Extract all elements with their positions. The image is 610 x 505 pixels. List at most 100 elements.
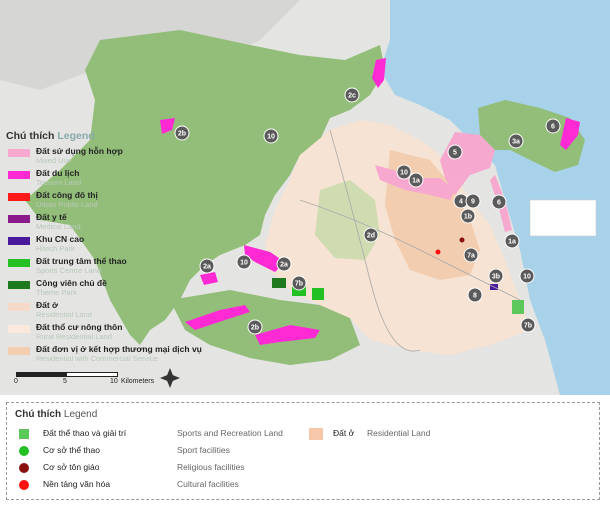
scale-unit: Kilometers	[121, 378, 155, 385]
legend-item-label-en: Theme Park	[36, 288, 77, 297]
facilities-legend-item: Cơ sở thể thao Sport facilities	[17, 444, 297, 460]
legend-title: Chú thích Legend	[6, 130, 256, 142]
legend-item-label-vi: Đất đơn vị ở kết hợp thương mại dịch vụ	[36, 344, 202, 354]
facilities-legend-item: Đất thể thao và giải trí Sports and Recre…	[17, 427, 297, 443]
legend-swatch	[8, 281, 30, 289]
legend-item-label-en: Mixed Use	[36, 156, 72, 165]
legend-item-label-en: Hitech Park	[36, 244, 75, 253]
legend-item-label-en: Medical Land	[36, 222, 81, 231]
legend-item-label-en: Sports Centre Land	[36, 266, 102, 275]
zone-marker-label: 2c	[348, 93, 356, 100]
legend-swatch	[8, 347, 30, 355]
zone-marker: 1a	[504, 233, 520, 249]
zone-marker: 10	[396, 164, 412, 180]
zone-marker-label: 1b	[464, 214, 472, 221]
zone-marker: 3a	[508, 133, 524, 149]
zone-marker: 7b	[520, 317, 536, 333]
legend-item-label-vi: Đất thổ cư nông thôn	[36, 322, 123, 332]
zone-marker-label: 6	[551, 124, 555, 131]
legend-item-label-vi: Đất ở	[36, 300, 59, 310]
facility-label-en: Sport facilities	[177, 445, 230, 455]
legend-swatch	[8, 171, 30, 179]
residential-swatch	[309, 428, 323, 440]
zone-marker: 9	[465, 193, 481, 209]
facility-label-vi: Cơ sở tôn giáo	[43, 462, 100, 472]
legend-item-label-vi: Đất công đô thị	[36, 190, 98, 200]
facility-label-en: Religious facilities	[177, 462, 245, 472]
legend-item: Đất thổ cư nông thôn Rural Residential La…	[6, 322, 256, 344]
zone-marker: 5	[447, 144, 463, 160]
zone-marker-label: 7a	[467, 253, 475, 260]
legend-item: Công viên chủ đề Theme Park	[6, 278, 256, 300]
legend-item: Đất y tế Medical Land	[6, 212, 256, 234]
legend-title-en: Legend	[57, 130, 95, 142]
religious-facility	[459, 237, 465, 243]
zone-marker: 10	[519, 268, 535, 284]
inset-map	[529, 199, 597, 237]
facility-label-vi: Đất thể thao và giải trí	[43, 428, 127, 438]
zone-marker: 2c	[344, 87, 360, 103]
zone-marker-label: 10	[523, 274, 531, 281]
zone-marker: 7b	[291, 275, 307, 291]
zone-marker-label: 1a	[412, 178, 420, 185]
zone-marker-label: 5	[453, 150, 457, 157]
legend-item: Đất trung tâm thể thao Sports Centre Land	[6, 256, 256, 278]
zone-marker-label: 3a	[512, 139, 520, 146]
zone-marker: 3b	[488, 268, 504, 284]
facility-label-en: Cultural facilities	[177, 479, 239, 489]
legend-swatch	[8, 149, 30, 157]
sports-land-7b-south	[512, 300, 524, 314]
legend-swatch	[8, 237, 30, 245]
legend-swatch	[8, 259, 30, 267]
legend-items: Đất sử dụng hỗn hợp Mixed Use Đất du lịch T…	[6, 146, 256, 366]
facilities-legend-title-en: Legend	[63, 409, 98, 420]
scale-bar-line	[16, 372, 118, 377]
zone-marker-label: 9	[471, 199, 475, 206]
zone-marker-label: 3b	[492, 274, 500, 281]
legend-item-label-en: Residential Land	[36, 310, 92, 319]
legend-item-label-vi: Khu CN cao	[36, 234, 85, 244]
legend-item-label-vi: Đất trung tâm thể thao	[36, 256, 127, 266]
legend-item-label-en: Urban Public Land	[36, 200, 98, 209]
legend-title-vi: Chú thích	[6, 130, 55, 142]
zone-marker: 10	[263, 128, 279, 144]
zone-marker-label: 2a	[280, 262, 288, 269]
legend-item-label-vi: Đất sử dụng hỗn hợp	[36, 146, 123, 156]
facility-symbol	[19, 480, 29, 490]
legend-item: Đất đơn vị ở kết hợp thương mại dịch vụ R…	[6, 344, 256, 366]
scale-label-10: 10	[110, 378, 118, 385]
zone-marker-label: 8	[473, 293, 477, 300]
zone-marker: 6	[545, 118, 561, 134]
facilities-legend-item: Nền tảng văn hóa Cultural facilities	[17, 478, 297, 494]
zone-marker: 8	[467, 287, 483, 303]
facility-label-en: Sports and Recreation Land	[177, 428, 283, 438]
zone-marker-label: 2d	[367, 233, 375, 240]
zone-marker: 1a	[408, 172, 424, 188]
legend-item: Khu CN cao Hitech Park	[6, 234, 256, 256]
residential-label-vi: Đất ở	[333, 428, 355, 438]
legend-item-label-en: Rural Residential Land	[36, 332, 112, 341]
scale-label-0: 0	[14, 378, 18, 385]
zone-marker: 6	[491, 194, 507, 210]
scale-label-5: 5	[63, 378, 67, 385]
zone-marker: 1b	[460, 208, 476, 224]
legend-item-label-en: Tourism Land	[36, 178, 82, 187]
legend-item: Đất ở Residential Land	[6, 300, 256, 322]
legend-item: Đất du lịch Tourism Land	[6, 168, 256, 190]
zone-marker: 7a	[463, 247, 479, 263]
legend-swatch	[8, 325, 30, 333]
theme-park-1	[272, 278, 286, 288]
residential-label-en: Residential Land	[367, 428, 431, 438]
sports-land-1	[312, 288, 324, 300]
facilities-legend-title-vi: Chú thích	[15, 409, 62, 420]
legend-item-label-en: Residential with Commercial Service	[36, 354, 158, 363]
residential-legend-item: Đất ở Residential Land	[307, 427, 567, 443]
facilities-legend-item: Cơ sở tôn giáo Religious facilities	[17, 461, 297, 477]
cultural-facility	[435, 249, 441, 255]
zone-marker-label: 10	[267, 134, 275, 141]
legend-item-label-vi: Đất y tế	[36, 212, 67, 222]
facilities-legend-title: Chú thích Legend	[15, 409, 97, 420]
zone-marker-label: 1a	[508, 239, 516, 246]
legend-swatch	[8, 193, 30, 201]
zone-marker: 2d	[363, 227, 379, 243]
